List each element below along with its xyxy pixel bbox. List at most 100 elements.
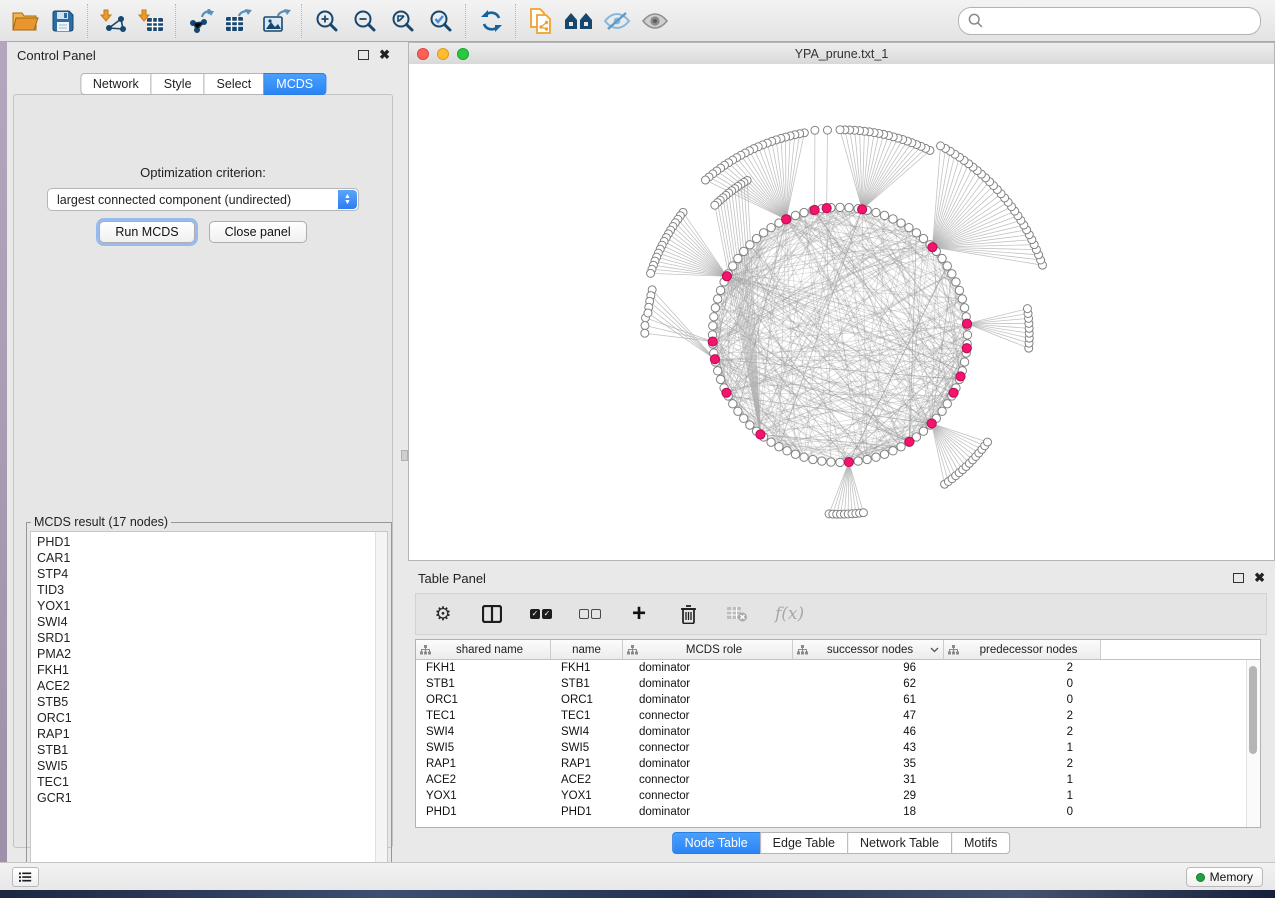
tab-style[interactable]: Style bbox=[151, 73, 205, 95]
graph-node[interactable] bbox=[756, 430, 765, 439]
graph-node[interactable] bbox=[958, 295, 966, 303]
graph-node[interactable] bbox=[746, 421, 754, 429]
mcds-result-item[interactable]: CAR1 bbox=[37, 550, 387, 566]
graph-node[interactable] bbox=[897, 443, 905, 451]
hide-selected-button[interactable] bbox=[598, 3, 636, 39]
table-row[interactable]: PHD1PHD1dominator180 bbox=[416, 804, 1260, 820]
graph-node[interactable] bbox=[791, 211, 799, 219]
graph-node[interactable] bbox=[759, 229, 767, 237]
graph-node[interactable] bbox=[752, 234, 760, 242]
graph-node[interactable] bbox=[714, 295, 722, 303]
graph-node[interactable] bbox=[734, 407, 742, 415]
graph-node[interactable] bbox=[943, 400, 951, 408]
graph-node[interactable] bbox=[943, 262, 951, 270]
graph-node[interactable] bbox=[927, 419, 936, 428]
graph-node[interactable] bbox=[810, 205, 819, 214]
graph-node[interactable] bbox=[984, 438, 992, 446]
graph-node[interactable] bbox=[710, 355, 719, 364]
graph-node[interactable] bbox=[937, 142, 945, 150]
show-columns-icon[interactable] bbox=[481, 602, 503, 626]
graph-node[interactable] bbox=[641, 329, 649, 337]
graph-node[interactable] bbox=[844, 458, 853, 467]
table-settings-icon[interactable]: ⚙ bbox=[432, 602, 454, 626]
mcds-result-item[interactable]: PHD1 bbox=[37, 534, 387, 550]
zoom-fit-button[interactable] bbox=[384, 3, 422, 39]
mcds-result-item[interactable]: SRD1 bbox=[37, 630, 387, 646]
mcds-result-item[interactable]: STB5 bbox=[37, 694, 387, 710]
graph-node[interactable] bbox=[897, 219, 905, 227]
tab-mcds[interactable]: MCDS bbox=[263, 73, 326, 95]
graph-node[interactable] bbox=[858, 205, 867, 214]
graph-node[interactable] bbox=[811, 126, 819, 134]
close-panel-icon[interactable]: ✖ bbox=[379, 47, 390, 63]
import-network-button[interactable] bbox=[94, 3, 132, 39]
graph-node[interactable] bbox=[729, 262, 737, 270]
graph-node[interactable] bbox=[963, 331, 971, 339]
optimization-criterion-select[interactable]: largest connected component (undirected)… bbox=[47, 188, 359, 211]
tab-edge-table[interactable]: Edge Table bbox=[760, 832, 848, 854]
graph-node[interactable] bbox=[722, 272, 731, 281]
zoom-selected-button[interactable] bbox=[422, 3, 460, 39]
mcds-result-item[interactable]: STP4 bbox=[37, 566, 387, 582]
graph-node[interactable] bbox=[800, 453, 808, 461]
open-file-button[interactable] bbox=[6, 3, 44, 39]
float-panel-icon[interactable] bbox=[358, 48, 369, 63]
column-header-successor[interactable]: successor nodes bbox=[793, 640, 944, 660]
graph-node[interactable] bbox=[919, 427, 927, 435]
mcds-result-item[interactable]: PMA2 bbox=[37, 646, 387, 662]
graph-node[interactable] bbox=[710, 313, 718, 321]
graph-node[interactable] bbox=[708, 337, 717, 346]
zoom-in-button[interactable] bbox=[308, 3, 346, 39]
mcds-result-item[interactable]: RAP1 bbox=[37, 726, 387, 742]
graph-node[interactable] bbox=[836, 126, 844, 134]
graph-node[interactable] bbox=[701, 176, 709, 184]
graph-node[interactable] bbox=[955, 286, 963, 294]
table-row[interactable]: FKH1FKH1dominator962 bbox=[416, 660, 1260, 676]
graph-node[interactable] bbox=[948, 270, 956, 278]
graph-node[interactable] bbox=[889, 447, 897, 455]
graph-node[interactable] bbox=[822, 204, 831, 213]
table-row[interactable]: TEC1TEC1connector472 bbox=[416, 708, 1260, 724]
table-row[interactable]: YOX1YOX1connector291 bbox=[416, 788, 1260, 804]
refresh-button[interactable] bbox=[472, 3, 510, 39]
table-row[interactable]: STB1STB1dominator620 bbox=[416, 676, 1260, 692]
table-row[interactable]: ACE2ACE2connector311 bbox=[416, 772, 1260, 788]
table-row[interactable]: ORC1ORC1dominator610 bbox=[416, 692, 1260, 708]
graph-node[interactable] bbox=[836, 458, 844, 466]
mcds-result-item[interactable]: FKH1 bbox=[37, 662, 387, 678]
graph-node[interactable] bbox=[880, 450, 888, 458]
graph-node[interactable] bbox=[823, 126, 831, 134]
tab-network-table[interactable]: Network Table bbox=[847, 832, 952, 854]
graph-node[interactable] bbox=[905, 223, 913, 231]
mcds-result-item[interactable]: YOX1 bbox=[37, 598, 387, 614]
mcds-result-item[interactable]: TID3 bbox=[37, 582, 387, 598]
graph-node[interactable] bbox=[912, 229, 920, 237]
select-all-rows-icon[interactable]: ✓✓ bbox=[530, 602, 552, 626]
graph-node[interactable] bbox=[949, 388, 958, 397]
graph-node[interactable] bbox=[952, 278, 960, 286]
mcds-result-list[interactable]: PHD1CAR1STP4TID3YOX1SWI4SRD1PMA2FKH1ACE2… bbox=[30, 531, 388, 889]
deselect-all-rows-icon[interactable] bbox=[579, 602, 601, 626]
tab-node-table[interactable]: Node Table bbox=[672, 832, 761, 854]
mcds-result-item[interactable]: ORC1 bbox=[37, 710, 387, 726]
graph-node[interactable] bbox=[711, 201, 719, 209]
graph-node[interactable] bbox=[775, 443, 783, 451]
add-row-icon[interactable]: + bbox=[628, 602, 650, 626]
graph-node[interactable] bbox=[962, 344, 971, 353]
column-header-predecessor[interactable]: predecessor nodes bbox=[944, 640, 1101, 660]
memory-button[interactable]: Memory bbox=[1186, 867, 1263, 887]
mcds-result-item[interactable]: TEC1 bbox=[37, 774, 387, 790]
search-box[interactable] bbox=[958, 7, 1261, 35]
tab-network[interactable]: Network bbox=[80, 73, 152, 95]
graph-node[interactable] bbox=[767, 223, 775, 231]
close-panel-button[interactable]: Close panel bbox=[209, 221, 307, 243]
run-mcds-button[interactable]: Run MCDS bbox=[99, 221, 194, 243]
first-neighbors-button[interactable] bbox=[560, 3, 598, 39]
search-input[interactable] bbox=[989, 13, 1260, 29]
close-table-panel-icon[interactable]: ✖ bbox=[1254, 570, 1265, 586]
graph-node[interactable] bbox=[880, 211, 888, 219]
import-table-button[interactable] bbox=[132, 3, 170, 39]
graph-node[interactable] bbox=[734, 254, 742, 262]
tab-motifs[interactable]: Motifs bbox=[951, 832, 1010, 854]
column-header-name[interactable]: name bbox=[551, 640, 623, 660]
